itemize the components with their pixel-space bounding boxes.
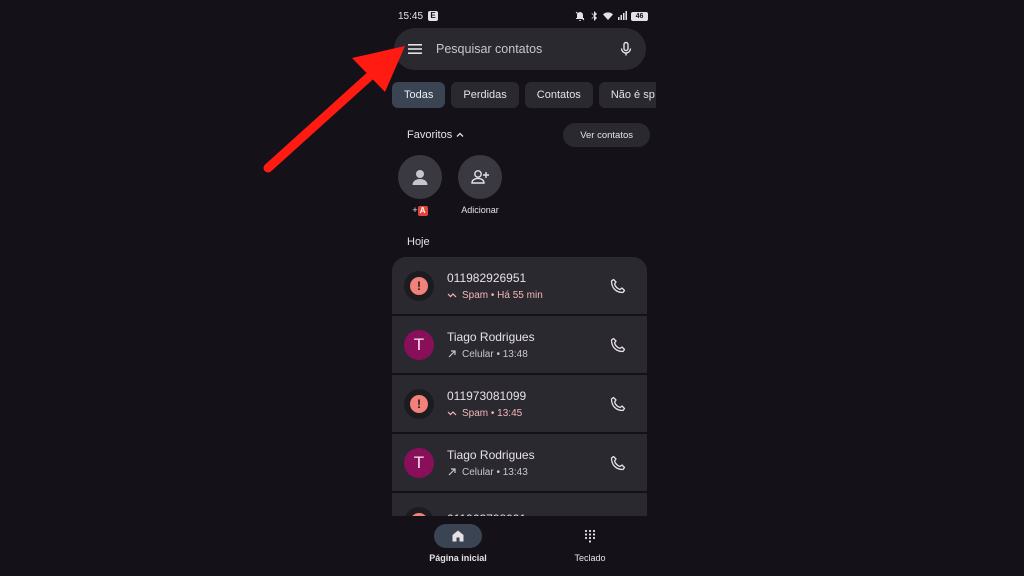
- menu-icon[interactable]: [406, 40, 424, 58]
- home-icon: [452, 530, 464, 542]
- phone-call-icon[interactable]: [609, 277, 627, 295]
- add-favorite-button[interactable]: Adicionar: [450, 155, 510, 215]
- nav-keypad[interactable]: Teclado: [524, 516, 656, 576]
- person-add-icon: [471, 170, 489, 184]
- phone-call-icon[interactable]: [609, 336, 627, 354]
- favorite-contact[interactable]: + A: [392, 155, 450, 216]
- call-log-row[interactable]: T Tiago Rodrigues Celular • 13:43: [392, 434, 647, 491]
- avatar: [398, 155, 442, 199]
- dialpad-icon: [584, 529, 596, 543]
- filter-chip-all[interactable]: Todas: [392, 82, 446, 108]
- contact-avatar: T: [404, 447, 434, 478]
- section-header-today: Hoje: [407, 236, 430, 248]
- call-details: Spam • 13:45: [447, 408, 609, 419]
- chevron-up-icon: [456, 132, 464, 137]
- favorite-label: + A: [392, 205, 450, 216]
- call-history-list: ! 011982926951 Spam • Há 55 min T Tiago …: [392, 257, 647, 552]
- missed-call-icon: [447, 411, 457, 416]
- nav-keypad-pill: [566, 524, 614, 548]
- dialer-app: 15:45 E 46 Pesquisar contatos Todas Perd…: [392, 0, 656, 576]
- nav-keypad-label: Teclado: [574, 553, 606, 563]
- call-log-row[interactable]: T Tiago Rodrigues Celular • 13:48: [392, 316, 647, 373]
- spam-avatar: !: [404, 388, 434, 419]
- caller-name: 011982926951: [447, 270, 527, 285]
- signal-icon: [618, 11, 627, 20]
- search-input[interactable]: Pesquisar contatos: [436, 42, 618, 56]
- nav-home-pill: [434, 524, 482, 548]
- call-log-row[interactable]: ! 011982926951 Spam • Há 55 min: [392, 257, 647, 314]
- app-badge-icon: A: [417, 205, 428, 216]
- status-time: 15:45: [398, 10, 424, 22]
- favorites-toggle[interactable]: Favoritos: [407, 129, 465, 141]
- phone-call-icon[interactable]: [609, 454, 627, 472]
- call-details: Celular • 13:43: [447, 467, 609, 478]
- phone-call-icon[interactable]: [609, 395, 627, 413]
- bottom-navigation: Página inicial Teclado: [392, 516, 656, 576]
- spam-alert-icon: !: [410, 394, 428, 413]
- nav-home-label: Página inicial: [429, 553, 487, 563]
- outgoing-call-icon: [448, 468, 456, 476]
- caller-name: Tiago Rodrigues: [447, 447, 535, 462]
- favorites-header: Favoritos Ver contatos: [407, 123, 650, 147]
- contact-avatar: T: [404, 329, 434, 360]
- favorites-title: Favoritos: [407, 129, 453, 141]
- call-details: Celular • 13:48: [447, 349, 609, 360]
- add-favorite-label: Adicionar: [461, 205, 499, 215]
- call-log-row[interactable]: ! 011973081099 Spam • 13:45: [392, 375, 647, 432]
- caller-name: Tiago Rodrigues: [447, 329, 535, 344]
- caller-name: 011973081099: [447, 388, 527, 403]
- add-avatar: [458, 155, 502, 199]
- spam-avatar: !: [404, 270, 434, 301]
- filter-chip-not-spam[interactable]: Não é sp: [598, 82, 656, 108]
- bluetooth-icon: [591, 11, 597, 21]
- missed-call-icon: [447, 293, 457, 298]
- filter-chip-missed[interactable]: Perdidas: [451, 82, 519, 108]
- search-bar[interactable]: Pesquisar contatos: [394, 28, 646, 70]
- battery-indicator: 46: [631, 11, 648, 21]
- mic-icon[interactable]: [618, 41, 634, 57]
- wifi-icon: [603, 12, 613, 20]
- filter-chip-contacts[interactable]: Contatos: [524, 82, 593, 108]
- call-details: Spam • Há 55 min: [447, 290, 609, 301]
- mute-icon: [575, 11, 585, 21]
- person-icon: [412, 170, 428, 185]
- filter-chips: Todas Perdidas Contatos Não é sp: [392, 82, 656, 108]
- status-icons: 46: [575, 11, 648, 21]
- see-contacts-button[interactable]: Ver contatos: [563, 123, 650, 147]
- outgoing-call-icon: [448, 350, 456, 358]
- nav-home[interactable]: Página inicial: [392, 516, 524, 576]
- spam-alert-icon: !: [410, 276, 428, 295]
- status-bar: 15:45 E 46: [398, 8, 648, 24]
- status-notification-badge: E: [428, 11, 439, 21]
